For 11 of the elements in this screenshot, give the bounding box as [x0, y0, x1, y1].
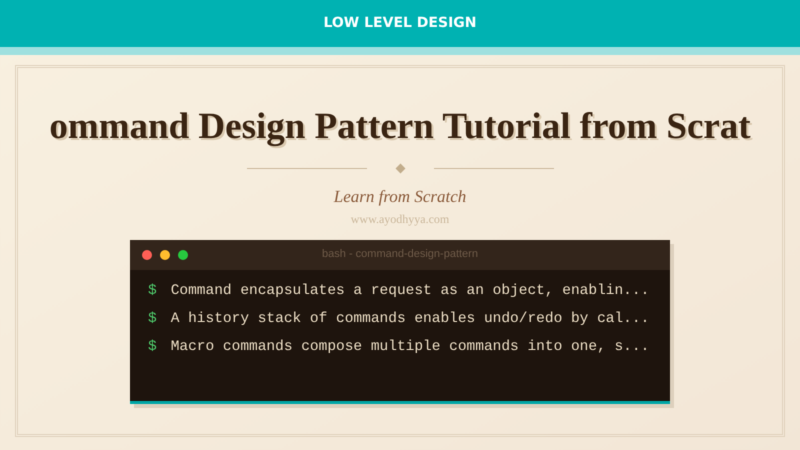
prompt-symbol: $ [148, 282, 157, 300]
website-text: www.ayodhyya.com [350, 210, 450, 228]
terminal-line: A history stack of commands enables undo/redo by cal... [170, 310, 650, 328]
header-title: LOW LEVEL DESIGN [323, 14, 476, 33]
subtitle: Learn from Scratch [334, 186, 466, 208]
page-title: ommand Design Pattern Tutorial from Scrat [49, 108, 751, 145]
terminal-line: Command encapsulates a request as an object, enablin... [170, 282, 650, 300]
prompt-symbol: $ [148, 338, 157, 356]
terminal-line: Macro commands compose multiple commands into one, s... [170, 338, 650, 356]
terminal-title: bash - command-design-pattern [322, 247, 478, 262]
prompt-symbol: $ [148, 310, 157, 328]
